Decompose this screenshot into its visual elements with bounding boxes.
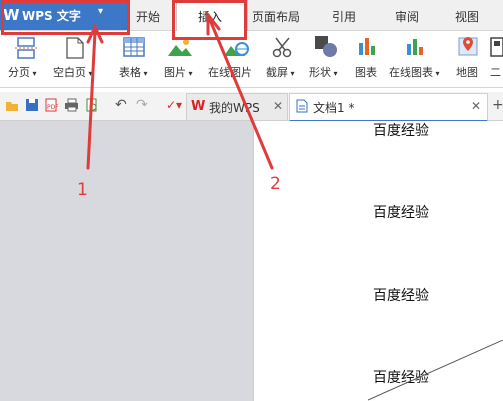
- annotation-label-1: 1: [77, 180, 88, 200]
- annotation-label-2: 2: [270, 174, 281, 194]
- annotation-arrows: [86, 10, 274, 170]
